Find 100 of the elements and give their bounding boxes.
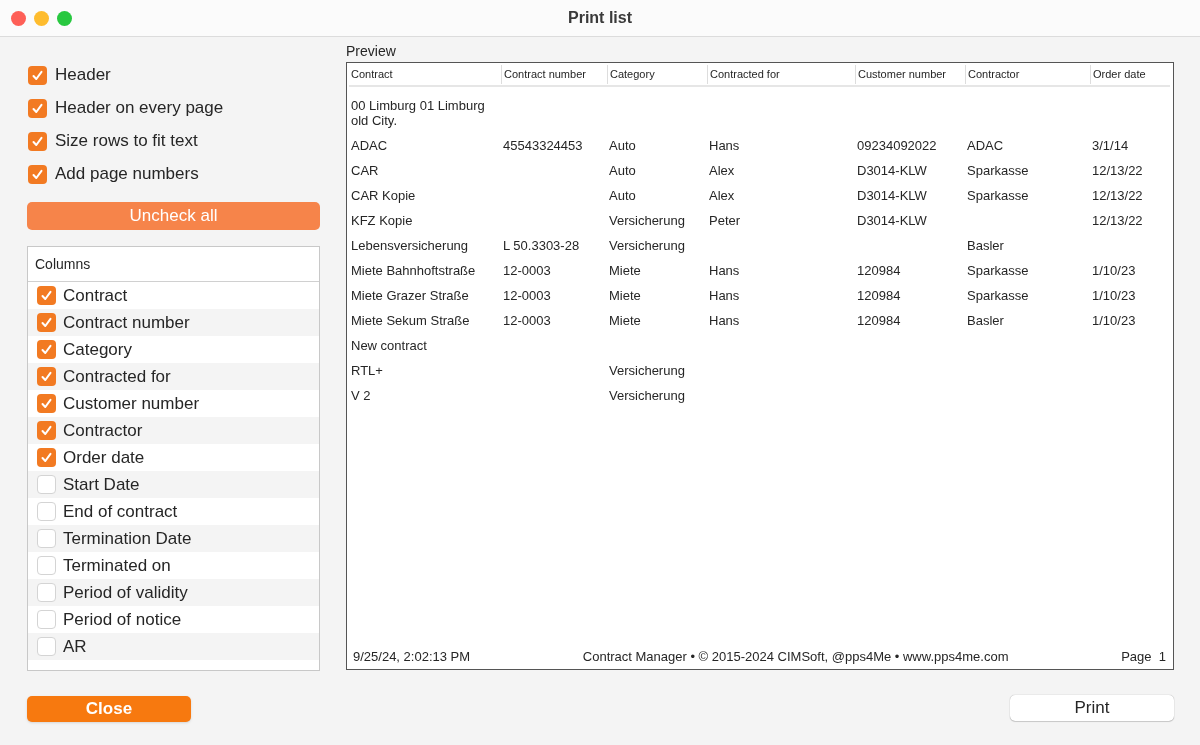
page-number: Page 1 [1121, 648, 1166, 667]
footer-credits: Contract Manager • © 2015-2024 CIMSoft, @pps4Me • www.pps4me.com [582, 648, 1009, 667]
table-cell-text: 12-0003 [503, 313, 552, 328]
table-cell-text: New contract [351, 338, 428, 353]
checkmark-icon [40, 370, 53, 383]
checkbox[interactable] [37, 448, 56, 467]
maximize-window-icon[interactable] [57, 10, 72, 26]
table-cell-text: Versicherung [609, 388, 686, 403]
table-cell-text: RTL+ [351, 363, 384, 378]
option-label: Header [55, 64, 111, 87]
checkbox[interactable] [37, 610, 56, 629]
table-cell-text: 45543324453 [503, 138, 584, 153]
column-list-item[interactable]: Contracted for [28, 363, 319, 390]
table-cell-text: Miete Grazer Straße [351, 288, 470, 303]
checkmark-icon [31, 101, 44, 115]
option-label: Header on every page [55, 97, 224, 120]
close-window-icon[interactable] [11, 10, 26, 26]
table-cell-text: D3014-KLW [857, 213, 928, 228]
table-cell-text: Versicherung [609, 213, 686, 228]
checkbox[interactable] [37, 502, 56, 521]
checkbox[interactable] [37, 421, 56, 440]
table-cell-text: V 2 [351, 388, 372, 403]
table-cell-text: Sparkasse [967, 263, 1030, 278]
checkbox[interactable] [37, 556, 56, 575]
table-cell-text: Versicherung [609, 363, 686, 378]
checkbox[interactable] [37, 340, 56, 359]
table-cell-text: 12/13/22 [1092, 188, 1144, 203]
checkbox[interactable] [28, 98, 47, 118]
checkbox[interactable] [37, 286, 56, 305]
table-cell-text: 12-0003 [503, 288, 552, 303]
minimize-window-icon[interactable] [34, 10, 49, 26]
checkmark-icon [40, 316, 53, 329]
checkmark-icon [40, 343, 53, 356]
column-header: Contractor [965, 65, 1090, 84]
table-cell-text: 09234092022 [857, 138, 938, 153]
column-header: Order date [1090, 65, 1170, 84]
table-cell-text: Lebensversicherung [351, 238, 470, 253]
table-cell-text: Miete Sekum Straße [351, 313, 471, 328]
table-cell-text: 1/10/23 [1092, 288, 1137, 303]
column-header: Category [607, 65, 707, 84]
checkbox[interactable] [37, 367, 56, 386]
checkmark-icon [40, 424, 53, 437]
column-list-item[interactable]: Start Date [28, 471, 319, 498]
column-header: Contract number [501, 65, 607, 84]
checkbox[interactable] [37, 475, 56, 494]
table-cell-text: 1/10/23 [1092, 313, 1137, 328]
table-cell-text: 1/10/23 [1092, 263, 1137, 278]
table-cell-text: Miete [609, 288, 642, 303]
column-list-item[interactable]: Contractor [28, 417, 319, 444]
option-label: Add page numbers [55, 163, 199, 186]
table-cell-text: D3014-KLW [857, 163, 928, 178]
table-cell-text: KFZ Kopie [351, 213, 414, 228]
table-cell-text: D3014-KLW [857, 188, 928, 203]
table-cell-text: Miete [609, 263, 642, 278]
table-cell-text: 12/13/22 [1092, 163, 1144, 178]
table-cell-text: Auto [609, 163, 637, 178]
checkmark-icon [31, 134, 44, 148]
table-cell-text: Peter [709, 213, 742, 228]
table-cell-text: Versicherung [609, 238, 686, 253]
table-cell-text: Basler [967, 238, 1005, 253]
table-cell-text: 12/13/22 [1092, 213, 1144, 228]
table-cell-text: L 50.3303-28 [503, 238, 581, 253]
table-cell-text: 12-0003 [503, 263, 552, 278]
print-timestamp: 9/25/24, 2:02:13 PM [353, 648, 471, 667]
table-cell-text: 120984 [857, 288, 902, 303]
checkbox[interactable] [28, 164, 47, 184]
checkbox[interactable] [28, 131, 47, 151]
column-list-item[interactable]: Period of validity [28, 579, 319, 606]
table-cell-text: Miete [609, 313, 642, 328]
checkbox[interactable] [37, 583, 56, 602]
checkbox[interactable] [37, 394, 56, 413]
checkbox[interactable] [28, 65, 47, 85]
column-header: Customer number [855, 65, 965, 84]
print-button[interactable]: Print [1010, 695, 1174, 721]
checkmark-icon [40, 451, 53, 464]
table-cell-text: Hans [709, 138, 741, 153]
table-cell-text: CAR Kopie [351, 188, 417, 203]
table-cell-text: 120984 [857, 313, 902, 328]
table-cell-text: Sparkasse [967, 188, 1030, 203]
table-cell-text: Alex [709, 188, 736, 203]
column-list-item[interactable]: Termination Date [28, 525, 319, 552]
option-label: Size rows to fit text [55, 130, 198, 153]
table-cell-text: Auto [609, 188, 637, 203]
checkmark-icon [31, 68, 44, 82]
table-cell-text: Sparkasse [967, 288, 1030, 303]
column-header: Contracted for [707, 65, 855, 84]
column-list-item[interactable]: AR [28, 633, 319, 660]
column-list-item[interactable]: Contract number [28, 309, 319, 336]
table-cell-text: Basler [967, 313, 1005, 328]
table-cell-text: Sparkasse [967, 163, 1030, 178]
table-cell-text: Hans [709, 313, 741, 328]
checkmark-icon [31, 167, 44, 181]
table-cell-text: ADAC [967, 138, 1005, 153]
checkbox[interactable] [37, 313, 56, 332]
checkbox[interactable] [37, 637, 56, 656]
column-header: Contract [350, 67, 394, 83]
table-cell-text: CAR [351, 163, 380, 178]
table-cell-text: Alex [709, 163, 736, 178]
list-header: Columns [35, 254, 91, 274]
checkbox[interactable] [37, 529, 56, 548]
